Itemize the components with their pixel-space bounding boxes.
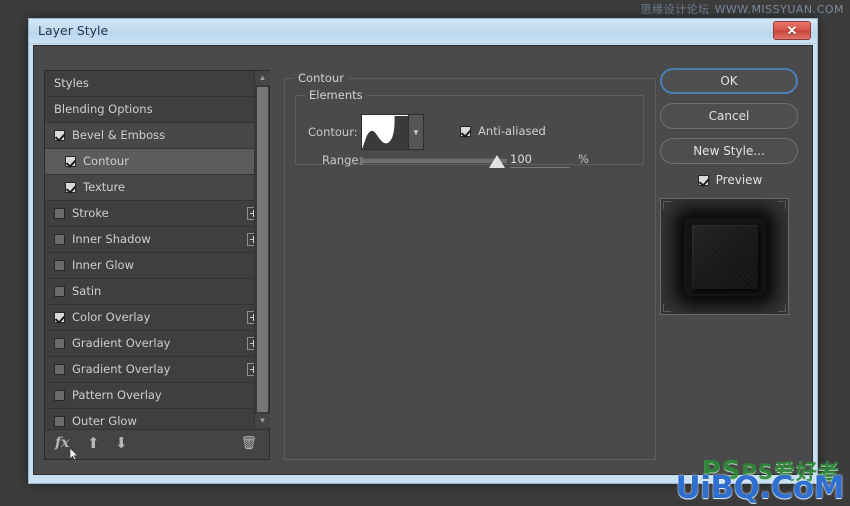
style-list-item[interactable]: Inner Shadow — [45, 227, 269, 253]
contour-curve-icon — [362, 115, 408, 149]
style-item-checkbox[interactable] — [54, 416, 65, 427]
watermark-top-url: WWW.MISSYUAN.COM — [714, 3, 844, 16]
style-list-item[interactable]: Stroke — [45, 201, 269, 227]
anti-aliased-checkbox-box[interactable] — [460, 125, 471, 137]
style-item-label: Inner Shadow — [72, 231, 151, 246]
styles-toolbar: fx ⬆ ⬇ 🗑 — [45, 429, 269, 460]
style-item-label: Pattern Overlay — [72, 387, 162, 402]
layer-style-window: Layer Style ✕ Styles Blending Options Beve… — [28, 18, 818, 484]
new-style-button[interactable]: New Style... — [660, 138, 798, 164]
elements-group-title: Elements — [305, 88, 367, 102]
style-item-label: Satin — [72, 283, 102, 298]
preview-checkbox[interactable]: Preview — [660, 173, 800, 187]
styles-scrollbar[interactable]: ▲ ▼ — [254, 71, 270, 428]
style-item-label: Stroke — [72, 205, 109, 220]
style-list-item[interactable]: Bevel & Emboss — [45, 123, 269, 149]
styles-list[interactable]: Styles Blending Options Bevel & Emboss Cont… — [45, 71, 269, 428]
preview-thumbnail — [660, 198, 789, 315]
style-list-item[interactable]: Contour — [45, 149, 269, 175]
delete-icon[interactable]: 🗑 — [240, 435, 257, 451]
style-item-checkbox[interactable] — [54, 390, 65, 401]
style-item-label: Outer Glow — [72, 413, 137, 428]
style-item-checkbox[interactable] — [54, 260, 65, 271]
range-value-input[interactable]: 100 — [510, 152, 570, 168]
style-item-label: Blending Options — [54, 101, 153, 116]
style-item-checkbox[interactable] — [54, 208, 65, 219]
style-item-checkbox[interactable] — [54, 286, 65, 297]
style-list-item[interactable]: Blending Options — [45, 97, 269, 123]
cancel-button[interactable]: Cancel — [660, 103, 798, 129]
preview-shape — [691, 224, 758, 289]
range-slider-track[interactable] — [360, 157, 507, 165]
style-list-item[interactable]: Pattern Overlay — [45, 383, 269, 409]
style-list-item[interactable]: Color Overlay — [45, 305, 269, 331]
watermark-top: 思缘设计论坛 WWW.MISSYUAN.COM — [641, 1, 844, 17]
window-titlebar[interactable]: Layer Style ✕ — [29, 19, 817, 44]
corner-mark-br — [778, 304, 786, 312]
range-field-label: Range: — [322, 153, 363, 167]
style-item-checkbox[interactable] — [65, 182, 76, 193]
style-item-checkbox[interactable] — [54, 312, 65, 323]
contour-group-title: Contour — [294, 71, 348, 85]
style-list-item[interactable]: Gradient Overlay — [45, 331, 269, 357]
ok-button[interactable]: OK — [660, 68, 798, 94]
style-list-item[interactable]: Styles — [45, 71, 269, 97]
preview-checkbox-box[interactable] — [697, 174, 709, 186]
style-item-label: Gradient Overlay — [72, 335, 171, 350]
anti-aliased-label: Anti-aliased — [478, 124, 546, 138]
scroll-up-icon[interactable]: ▲ — [255, 71, 270, 85]
style-item-label: Texture — [83, 179, 126, 194]
style-item-label: Color Overlay — [72, 309, 151, 324]
watermark-top-cn: 思缘设计论坛 — [640, 3, 710, 16]
corner-mark-tl — [663, 201, 671, 209]
style-list-item[interactable]: Texture — [45, 175, 269, 201]
range-percent-label: % — [578, 152, 589, 166]
contour-group-box: Contour Elements Contour: ▼ Anti-aliased — [284, 71, 656, 460]
style-list-item[interactable]: Outer Glow — [45, 409, 269, 428]
mouse-cursor-icon — [70, 448, 79, 460]
style-list-item[interactable]: Gradient Overlay — [45, 357, 269, 383]
elements-group-box: Elements Contour: ▼ Anti-aliased Range: — [295, 88, 644, 168]
style-item-checkbox[interactable] — [54, 234, 65, 245]
corner-mark-tr — [778, 201, 786, 209]
window-title: Layer Style — [38, 23, 109, 38]
style-item-checkbox[interactable] — [65, 156, 76, 167]
move-up-icon[interactable]: ⬆ — [87, 434, 100, 452]
scroll-down-icon[interactable]: ▼ — [255, 414, 270, 428]
close-icon[interactable]: ✕ — [773, 21, 811, 40]
preview-label: Preview — [715, 173, 763, 187]
style-item-checkbox[interactable] — [54, 130, 65, 141]
styles-panel: Styles Blending Options Bevel & Emboss Cont… — [44, 70, 270, 460]
style-item-label: Inner Glow — [72, 257, 134, 272]
contour-dropdown-chevron-down-icon[interactable]: ▼ — [409, 114, 424, 150]
range-slider-thumb[interactable] — [489, 155, 505, 168]
button-column: OK Cancel New Style... Preview — [660, 68, 800, 315]
fx-icon[interactable]: fx — [55, 435, 69, 451]
style-item-label: Styles — [54, 75, 89, 90]
contour-panel: Contour Elements Contour: ▼ Anti-aliased — [284, 70, 656, 460]
style-item-label: Bevel & Emboss — [72, 127, 166, 142]
style-item-label: Gradient Overlay — [72, 361, 171, 376]
style-item-checkbox[interactable] — [54, 364, 65, 375]
style-list-item[interactable]: Inner Glow — [45, 253, 269, 279]
corner-mark-bl — [663, 304, 671, 312]
style-item-checkbox[interactable] — [54, 338, 65, 349]
dialog-body: Styles Blending Options Bevel & Emboss Cont… — [33, 45, 813, 475]
contour-field-label: Contour: — [308, 125, 358, 139]
anti-aliased-checkbox[interactable]: Anti-aliased — [460, 124, 546, 138]
style-list-item[interactable]: Satin — [45, 279, 269, 305]
style-item-label: Contour — [83, 153, 129, 168]
contour-preview-swatch[interactable] — [361, 114, 409, 150]
scrollbar-thumb[interactable] — [257, 87, 268, 412]
move-down-icon[interactable]: ⬇ — [115, 434, 128, 452]
